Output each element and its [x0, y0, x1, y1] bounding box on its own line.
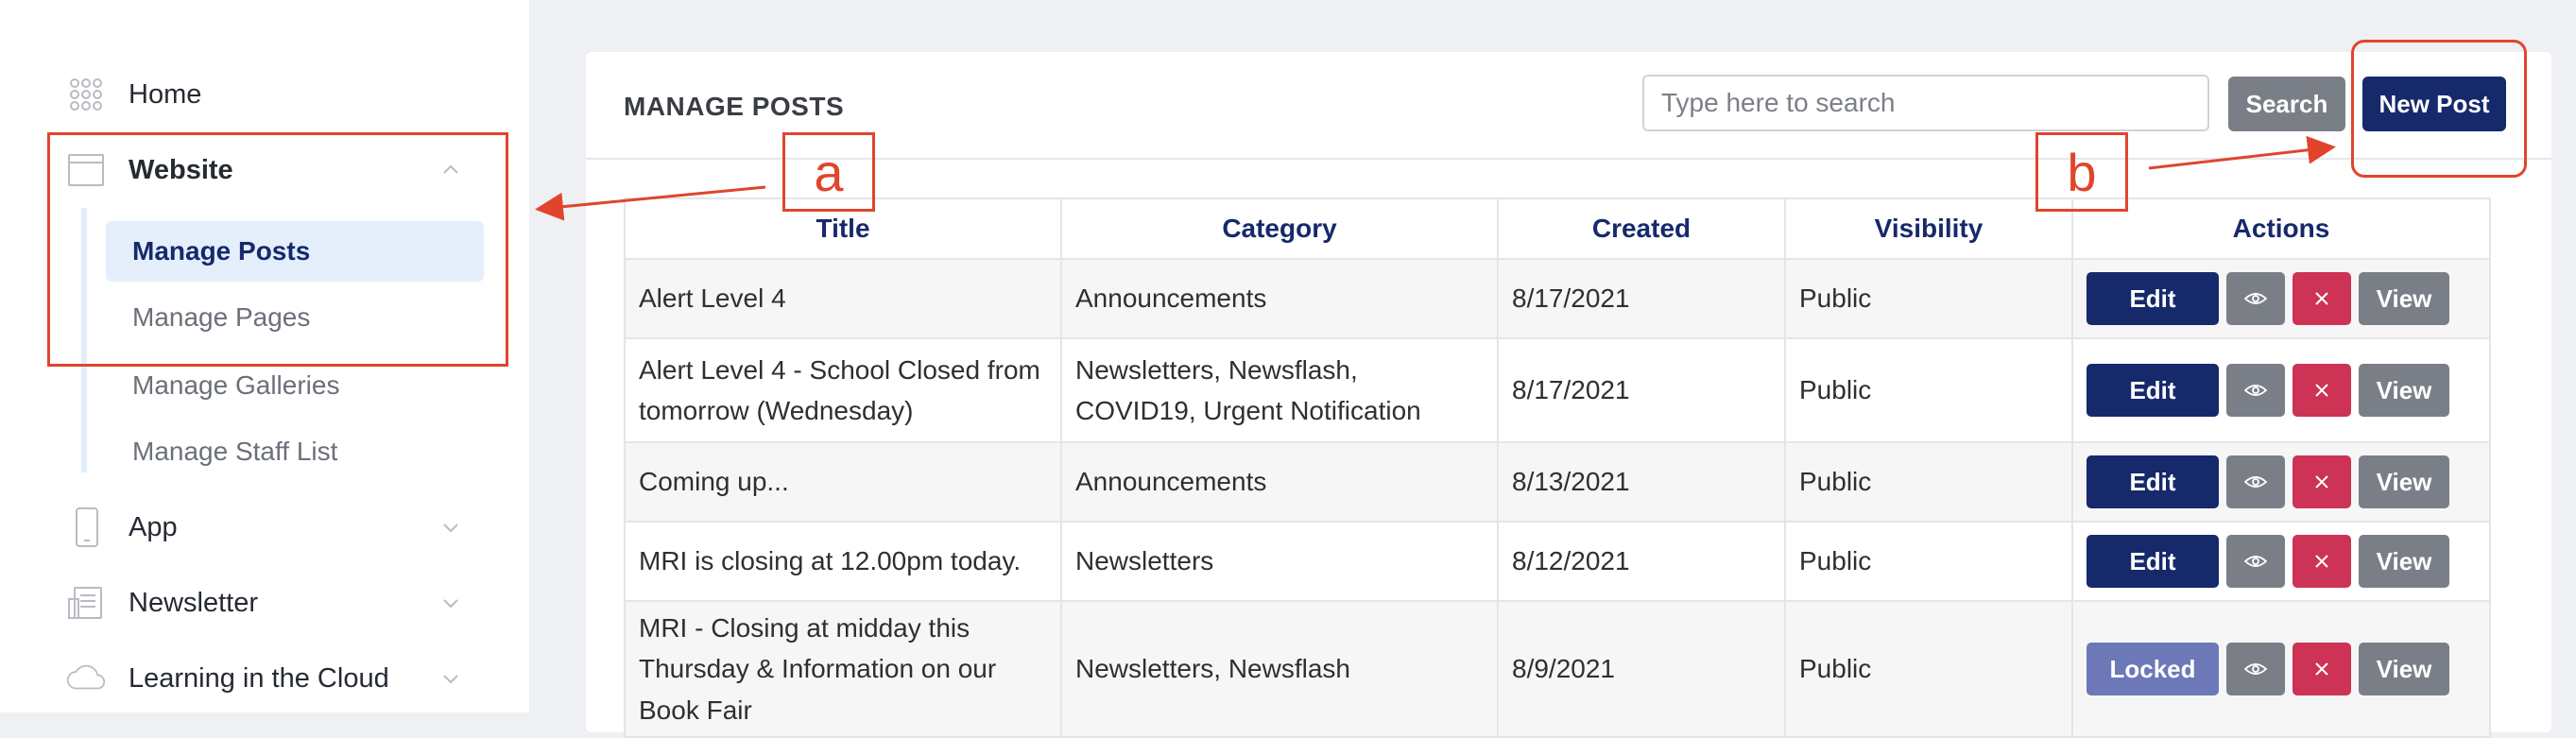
annotation-arrow-b: [2148, 135, 2336, 170]
annotation-arrows: [535, 135, 2336, 221]
annotation-arrow-a: [535, 185, 766, 221]
